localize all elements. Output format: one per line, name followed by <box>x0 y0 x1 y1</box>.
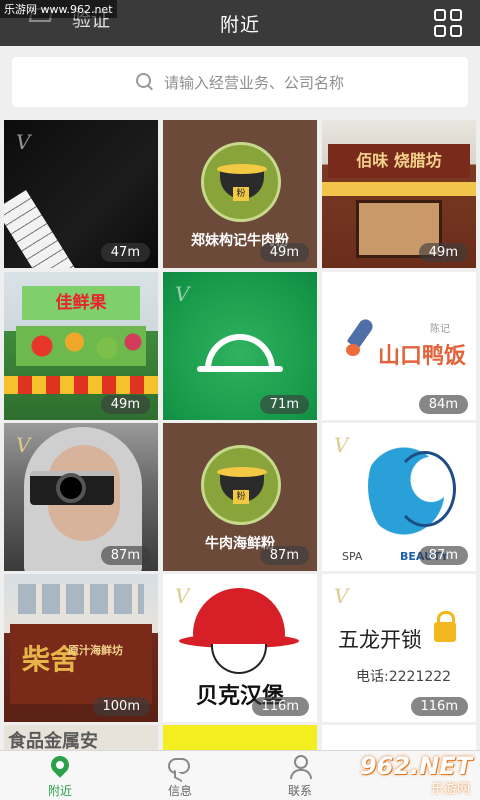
business-tile-partial[interactable] <box>322 725 476 750</box>
rocket-fork-logo-icon <box>346 316 376 358</box>
tab-label: 附近 <box>47 784 72 798</box>
distance-label: 87m <box>418 546 468 565</box>
business-tile[interactable]: 粉 牛肉海鲜粉 87m <box>163 423 317 571</box>
watermark-main: 962.NET <box>359 752 472 780</box>
business-tile[interactable]: V 87m <box>4 423 158 571</box>
v-logo-icon: V <box>175 282 190 306</box>
business-grid: V 47m 粉 郑妹构记牛肉粉 49m 佰味 烧腊坊 49m 佳鲜果 49m V <box>4 120 476 750</box>
v-logo-icon: V <box>16 433 31 457</box>
location-pin-icon <box>47 752 73 778</box>
v-logo-icon: V <box>175 584 190 608</box>
business-sub: 陈记 <box>430 324 450 335</box>
v-logo-icon: V <box>16 130 31 154</box>
business-tile-partial[interactable] <box>163 725 317 750</box>
partial-text: 食品金属安 <box>8 731 98 750</box>
business-tile[interactable]: 柴舍 原汁海鲜坊 100m <box>4 574 158 722</box>
tab-nearby[interactable]: 附近 <box>0 751 120 800</box>
distance-label: 87m <box>100 546 150 565</box>
distance-label: 49m <box>100 395 150 414</box>
business-tile[interactable]: 佳鲜果 49m <box>4 272 158 420</box>
distance-label: 49m <box>418 243 468 262</box>
business-tile[interactable]: V SPA BEAUTY 87m <box>322 423 476 571</box>
distance-label: 71m <box>259 395 309 414</box>
app-screen: 验证 乐游网 www.962.net 附近 请输入经营业务、公司名称 V 47m… <box>0 0 480 800</box>
distance-label: 49m <box>259 243 309 262</box>
distance-label: 47m <box>100 243 150 262</box>
badge-text: 粉 <box>233 187 249 201</box>
grid-menu-icon[interactable] <box>434 9 462 37</box>
watermark-top-left: 乐游网 www.962.net <box>0 0 117 18</box>
business-phone: 电话:2221222 <box>356 669 452 685</box>
search-icon <box>135 73 154 91</box>
shop-sign: 佰味 烧腊坊 <box>328 144 470 178</box>
search-area: 请输入经营业务、公司名称 <box>0 46 480 118</box>
business-tile[interactable]: 陈记 山口鸭饭 84m <box>322 272 476 420</box>
business-tile[interactable]: V 71m <box>163 272 317 420</box>
shop-sign: 柴舍 原汁海鲜坊 <box>10 624 152 704</box>
watermark-sub: 乐游网 <box>430 782 470 797</box>
noodle-bowl-logo-icon: 粉 <box>201 445 281 525</box>
distance-label: 116m <box>251 697 309 716</box>
distance-label: 116m <box>410 697 468 716</box>
business-tile[interactable]: V 47m <box>4 120 158 268</box>
awning-image <box>4 376 158 394</box>
building-windows <box>18 584 144 614</box>
dome-logo-icon <box>205 334 275 370</box>
camera-lens <box>56 473 86 503</box>
business-tile[interactable]: V 贝克汉堡 116m <box>163 574 317 722</box>
search-placeholder: 请输入经营业务、公司名称 <box>163 73 344 92</box>
business-name: 五龙开锁 <box>338 628 422 652</box>
search-input[interactable]: 请输入经营业务、公司名称 <box>12 57 468 107</box>
business-name: 山口鸭饭 <box>378 344 467 369</box>
padlock-icon <box>434 611 456 642</box>
tab-label: 信息 <box>167 784 192 798</box>
badge-text: 粉 <box>233 490 249 504</box>
page-title: 附近 <box>219 13 260 36</box>
spa-text: SPA <box>342 550 363 563</box>
business-tile[interactable]: V 五龙开锁 电话:2221222 116m <box>322 574 476 722</box>
v-logo-icon: V <box>334 584 349 608</box>
business-tile[interactable]: 佰味 烧腊坊 49m <box>322 120 476 268</box>
tab-messages[interactable]: 信息 <box>120 751 240 800</box>
shop-sign: 佳鲜果 <box>22 286 140 320</box>
distance-label: 87m <box>259 546 309 565</box>
chat-bubble-icon <box>168 758 190 774</box>
header-left[interactable]: 验证 乐游网 www.962.net <box>0 0 150 46</box>
mascot-face <box>211 644 267 674</box>
dome-base <box>197 366 283 372</box>
noodle-bowl-logo-icon: 粉 <box>201 142 281 222</box>
business-tile-partial[interactable]: 食品金属安 <box>4 725 158 750</box>
watermark-bottom-right: 962.NET 乐游网 <box>340 752 474 798</box>
distance-label: 84m <box>418 395 468 414</box>
shop-sign-sub: 原汁海鲜坊 <box>68 644 123 657</box>
woman-profile-logo-icon <box>368 433 458 549</box>
shop-banner-strip <box>322 182 476 196</box>
v-logo-icon: V <box>334 433 349 457</box>
top-bar: 验证 乐游网 www.962.net 附近 <box>0 0 480 46</box>
business-tile[interactable]: 粉 郑妹构记牛肉粉 49m <box>163 120 317 268</box>
distance-label: 100m <box>92 697 150 716</box>
contacts-icon <box>290 755 312 779</box>
fruit-display-image <box>16 326 146 366</box>
